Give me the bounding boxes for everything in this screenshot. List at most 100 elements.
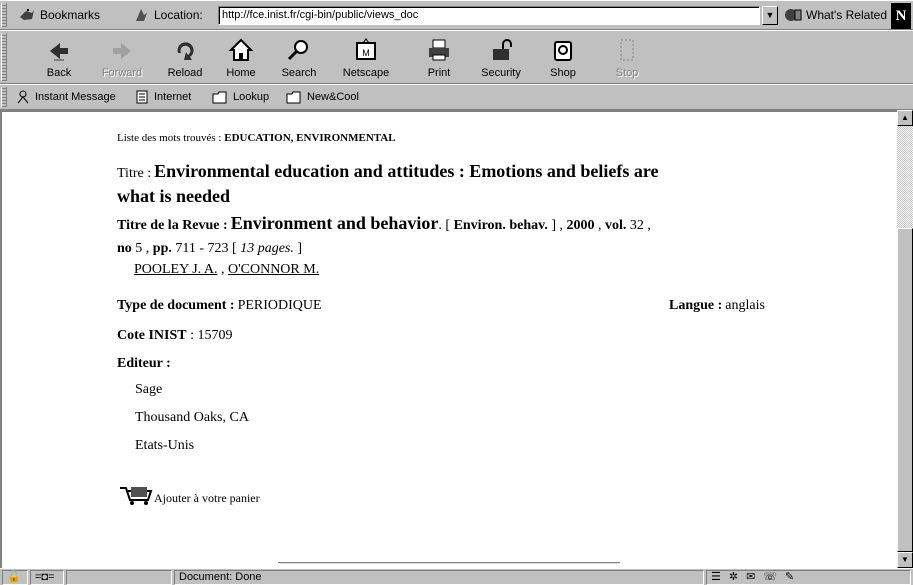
title-line2: what is needed <box>117 186 231 206</box>
print-label: Print <box>427 67 451 79</box>
publisher-line: Etats-Unis <box>135 438 195 453</box>
whats-related-icon <box>785 9 802 21</box>
bookmarks-label: Bookmarks <box>40 8 101 22</box>
location-label-group: Location: <box>132 7 203 23</box>
vertical-scrollbar[interactable]: ▲ ▼ <box>897 110 913 568</box>
search-button[interactable]: Search <box>270 35 328 79</box>
print-button[interactable]: Print <box>410 35 468 79</box>
forward-button[interactable]: Forward <box>93 35 151 79</box>
netscape-button[interactable]: M Netscape <box>337 35 395 79</box>
scroll-thumb[interactable] <box>897 228 913 552</box>
journal-title: Environment and behavior <box>230 213 439 233</box>
bookmarks-button[interactable]: Bookmarks <box>18 7 100 23</box>
pages-range: 711 - 723 <box>175 241 229 256</box>
authors-line: POOLEY J. A. , O'CONNOR M. <box>134 262 320 277</box>
journal-abbrev: Environ. behav. <box>453 218 548 233</box>
title-line1: Environmental education and attitudes : … <box>154 161 659 181</box>
author-link[interactable]: O'CONNOR M. <box>228 262 319 277</box>
publisher-line: Sage <box>135 382 163 397</box>
pp-label: pp. <box>152 241 172 256</box>
netscape-logo[interactable]: N <box>891 3 911 29</box>
security-status[interactable]: 🔓 <box>2 570 28 585</box>
print-icon <box>429 39 449 61</box>
home-icon <box>228 38 254 61</box>
whats-related-label: What's Related <box>806 8 887 22</box>
toolbar-grip[interactable] <box>1 33 7 81</box>
found-words-value: EDUCATION, ENVIRONMENTAL <box>224 132 396 144</box>
doc-type-line: Type de document : PERIODIQUE <box>117 298 322 314</box>
new-and-cool-label: New&Cool <box>307 91 359 103</box>
stop-label: Stop <box>615 67 639 79</box>
whats-related-button[interactable]: What's Related <box>784 7 887 23</box>
language-line: Langue : anglais <box>669 298 765 314</box>
person-icon <box>17 90 29 104</box>
component-icons: ☰✲✉☏✎ <box>711 571 803 583</box>
svg-text:M: M <box>362 48 370 58</box>
document-icon <box>136 90 148 104</box>
shop-icon <box>554 41 572 61</box>
url-dropdown-button[interactable]: ▼ <box>762 6 778 25</box>
cote-value: 15709 <box>197 328 233 343</box>
toolbar-grip[interactable] <box>1 3 7 27</box>
reload-icon <box>177 42 194 60</box>
location-toolbar: Bookmarks Location: http://fce.inist.fr/… <box>0 0 913 30</box>
bookmarks-icon <box>20 9 34 20</box>
pages-count: 13 pages. <box>240 241 294 256</box>
lookup-link[interactable]: Lookup <box>212 90 269 104</box>
language-value: anglais <box>725 298 765 313</box>
internet-label: Internet <box>154 91 192 103</box>
reload-label: Reload <box>167 67 203 79</box>
found-words-line: Liste des mots trouvés : EDUCATION, ENVI… <box>117 132 396 144</box>
arrow-up-icon: ▲ <box>901 113 909 122</box>
scroll-down-button[interactable]: ▼ <box>897 552 913 568</box>
author-link[interactable]: POOLEY J. A. <box>134 262 218 277</box>
lock-status-icon: 🔓 <box>7 571 21 583</box>
back-button[interactable]: Back <box>30 35 88 79</box>
security-button[interactable]: Security <box>472 35 530 79</box>
status-text: Document: Done <box>174 570 704 585</box>
stop-icon <box>620 39 634 61</box>
navigation-toolbar: Back Forward Reload Home Search M Netsca… <box>0 30 913 84</box>
cart-icon <box>120 487 153 505</box>
home-button[interactable]: Home <box>212 35 270 79</box>
lock-icon <box>493 39 512 60</box>
netscape-icon: M <box>356 38 376 60</box>
folder-icon <box>286 91 301 104</box>
doc-type-label: Type de document : <box>117 298 235 313</box>
add-to-cart-link[interactable]: Ajouter à votre panier <box>118 484 260 506</box>
shop-button[interactable]: Shop <box>534 35 592 79</box>
title-label: Titre : <box>117 166 152 181</box>
chevron-down-icon: ▼ <box>765 10 775 20</box>
title-block: Titre : Environmental education and atti… <box>117 160 797 209</box>
connection-status: =◘= <box>30 570 64 585</box>
scroll-up-button[interactable]: ▲ <box>897 110 913 126</box>
arrow-down-icon: ▼ <box>901 555 909 564</box>
progress-bar <box>66 570 172 585</box>
reload-button[interactable]: Reload <box>156 35 214 79</box>
internet-link[interactable]: Internet <box>135 90 191 104</box>
back-arrow-icon <box>50 43 68 61</box>
component-bar[interactable]: ☰✲✉☏✎ <box>706 570 911 585</box>
back-label: Back <box>46 67 72 79</box>
url-input[interactable]: http://fce.inist.fr/cgi-bin/public/views… <box>218 6 760 25</box>
horizontal-rule <box>278 562 620 564</box>
home-label: Home <box>226 67 256 79</box>
location-icon <box>136 9 147 21</box>
instant-message-link[interactable]: Instant Message <box>16 90 116 104</box>
no-label: no <box>117 241 132 256</box>
stop-button[interactable]: Stop <box>598 35 656 79</box>
language-label: Langue : <box>669 298 723 313</box>
new-and-cool-link[interactable]: New&Cool <box>286 90 359 104</box>
shop-label: Shop <box>550 67 576 79</box>
toolbar-grip[interactable] <box>1 87 7 107</box>
publisher-line: Thousand Oaks, CA <box>135 410 249 425</box>
search-icon <box>287 40 308 61</box>
found-words-label: Liste des mots trouvés : <box>117 132 222 144</box>
publisher-heading: Editeur : <box>117 356 171 372</box>
cote-line: Cote INIST : 15709 <box>117 328 233 343</box>
doc-type-value: PERIODIQUE <box>237 298 322 313</box>
journal-block: Titre de la Revue : Environment and beha… <box>117 213 651 256</box>
vol-value: 32 <box>629 218 644 233</box>
status-bar: 🔓 =◘= Document: Done ☰✲✉☏✎ <box>0 568 913 585</box>
plug-icon: =◘= <box>35 571 55 583</box>
